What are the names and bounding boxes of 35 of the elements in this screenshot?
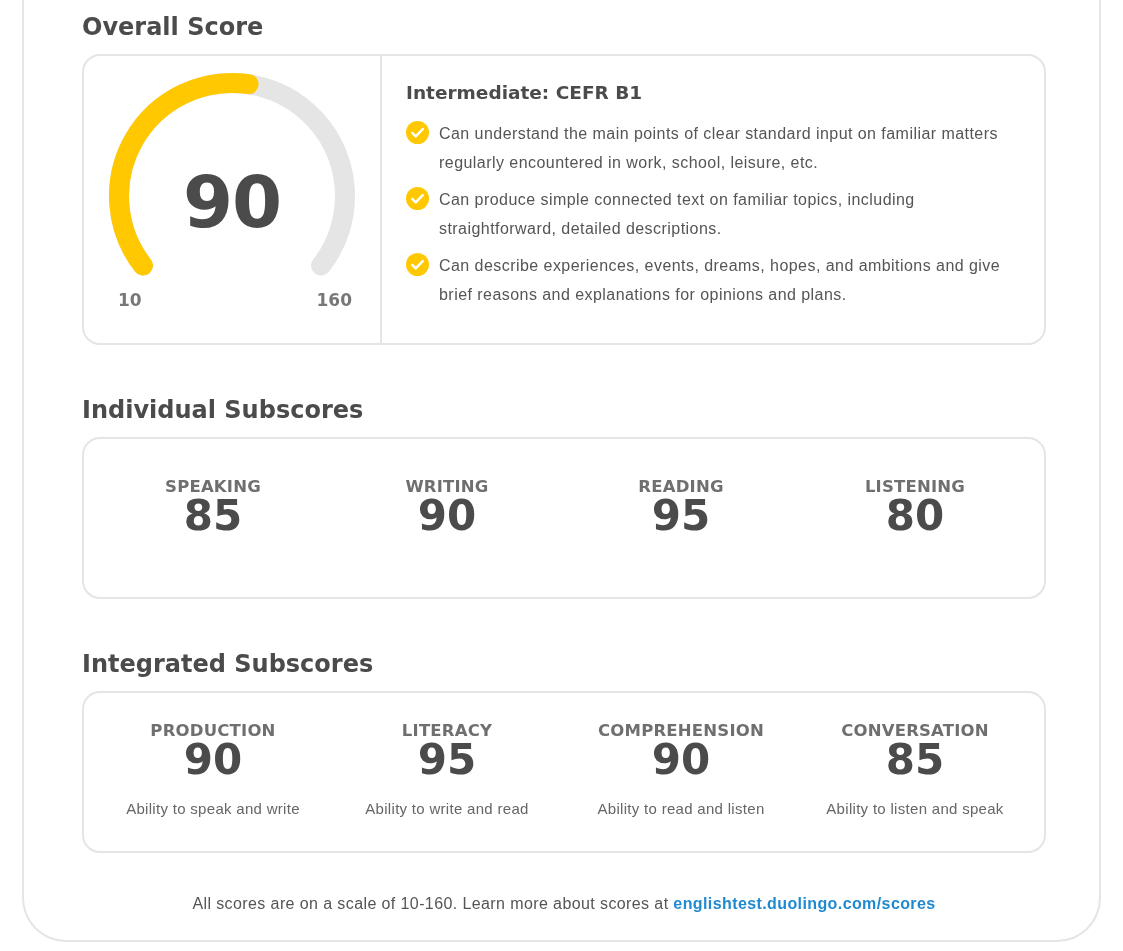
subscore-value: 80 — [885, 494, 945, 538]
subscore-value: 90 — [183, 738, 243, 782]
subscore-label: SPEAKING — [165, 477, 261, 496]
check-icon — [406, 187, 429, 210]
descriptor-text: Can understand the main points of clear standard input on familiar matters regularly encountered in work, school, leisure, etc. — [439, 124, 999, 173]
subscore-value: 85 — [885, 738, 945, 782]
section-heading: Integrated Subscores — [82, 649, 375, 680]
min-label: 10 — [118, 290, 142, 310]
footer-note: All scores are on a scale of 10-160. Learn more about scores at englishtest.duolingo.com/scores — [191, 895, 937, 913]
subscore-label: LISTENING — [864, 477, 966, 496]
subscore-value: 90 — [651, 738, 711, 782]
subscore-description: Ability to write and read — [365, 800, 529, 817]
descriptor-text: Can produce simple connected text on familiar topics, including straightforward, detailed descriptions. — [439, 190, 916, 239]
subscore-label: CONVERSATION — [841, 721, 989, 740]
check-icon — [406, 121, 429, 144]
section-heading: Individual Subscores — [82, 395, 365, 426]
check-icon — [406, 253, 429, 276]
level-title: Intermediate: CEFR B1 — [406, 82, 644, 103]
descriptor-text: Can describe experiences, events, dreams, hopes, and ambitions and give brief reasons and explanations for opinions and plans. — [439, 256, 1002, 305]
max-label: 160 — [316, 290, 352, 310]
subscore-description: Ability to listen and speak — [826, 800, 1004, 817]
subscore-label: WRITING — [405, 477, 489, 496]
subscore-value: 90 — [417, 494, 477, 538]
subscore-label: COMPREHENSION — [598, 721, 764, 740]
subscore-label: READING — [638, 477, 724, 496]
subscore-description: Ability to read and listen — [597, 800, 765, 817]
subscore-label: LITERACY — [401, 721, 493, 740]
subscore-description: Ability to speak and write — [126, 800, 300, 817]
subscore-value: 85 — [183, 494, 243, 538]
subscore-value: 95 — [651, 494, 711, 538]
overall-score: 90 — [181, 160, 283, 244]
subscore-value: 95 — [417, 738, 477, 782]
subscore-label: PRODUCTION — [150, 721, 276, 740]
scores-link[interactable]: englishtest.duolingo.com/scores — [673, 895, 936, 912]
section-heading: Overall Score — [82, 12, 265, 43]
